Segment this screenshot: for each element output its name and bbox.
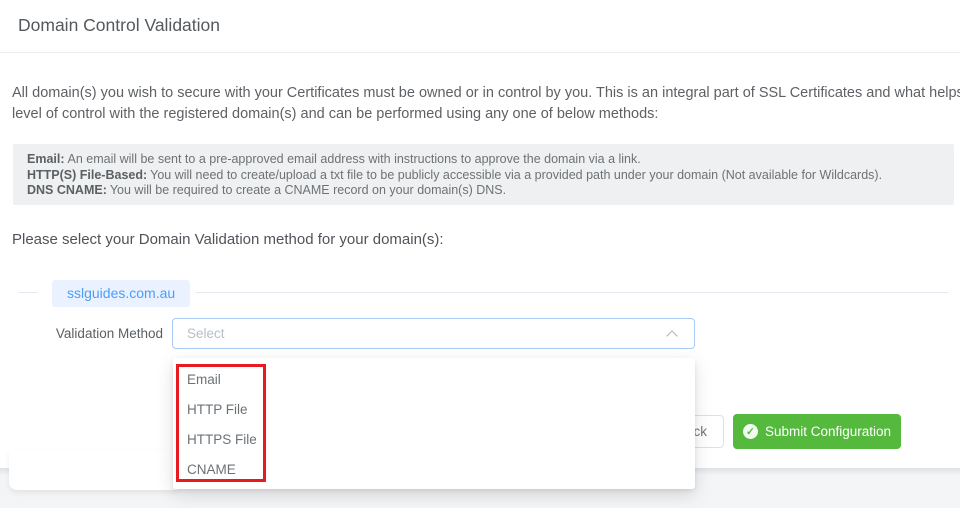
info-line-email: Email: An email will be sent to a pre-app…	[27, 152, 940, 168]
intro-text-line-1: All domain(s) you wish to secure with yo…	[12, 85, 960, 101]
card-bottom-left-corner	[9, 450, 178, 490]
info-text-http-file: You will need to create/upload a txt fil…	[150, 167, 883, 182]
page-title: Domain Control Validation	[18, 15, 221, 35]
info-label-http-file: HTTP(S) File-Based:	[27, 167, 148, 182]
info-label-email: Email:	[27, 152, 65, 166]
submit-configuration-button[interactable]: ✓ Submit Configuration	[733, 414, 901, 449]
check-circle-icon: ✓	[742, 424, 758, 439]
dropdown-option-email[interactable]: Email	[173, 365, 695, 395]
domain-tab-divider-left	[18, 292, 38, 293]
validation-method-select[interactable]: Select	[172, 318, 695, 349]
select-method-prompt: Please select your Domain Validation met…	[12, 231, 444, 248]
info-line-http-file: HTTP(S) File-Based: You will need to crea…	[27, 168, 940, 184]
info-label-dns-cname: DNS CNAME:	[27, 183, 107, 197]
dropdown-option-http-file[interactable]: HTTP File	[173, 395, 695, 425]
domain-tab-divider-right	[196, 292, 948, 293]
info-text-email: An email will be sent to a pre-approved …	[67, 152, 641, 166]
info-line-dns-cname: DNS CNAME: You will be required to create…	[27, 183, 940, 199]
submit-button-label: Submit Configuration	[764, 424, 892, 439]
chevron-up-icon	[666, 330, 678, 342]
validation-methods-info-box: Email: An email will be sent to a pre-app…	[13, 144, 954, 205]
dropdown-option-cname[interactable]: CNAME	[173, 455, 695, 485]
select-placeholder-text: Select	[187, 326, 225, 341]
header-divider	[0, 52, 960, 53]
info-text-dns-cname: You will be required to create a CNAME r…	[109, 183, 507, 197]
validation-method-dropdown: Email HTTP File HTTPS File CNAME	[173, 358, 695, 489]
intro-text-line-2: level of control with the registered dom…	[12, 106, 659, 122]
domain-tab[interactable]: sslguides.com.au	[52, 280, 191, 307]
validation-method-label: Validation Method	[55, 326, 163, 341]
dropdown-option-https-file[interactable]: HTTPS File	[173, 425, 695, 455]
